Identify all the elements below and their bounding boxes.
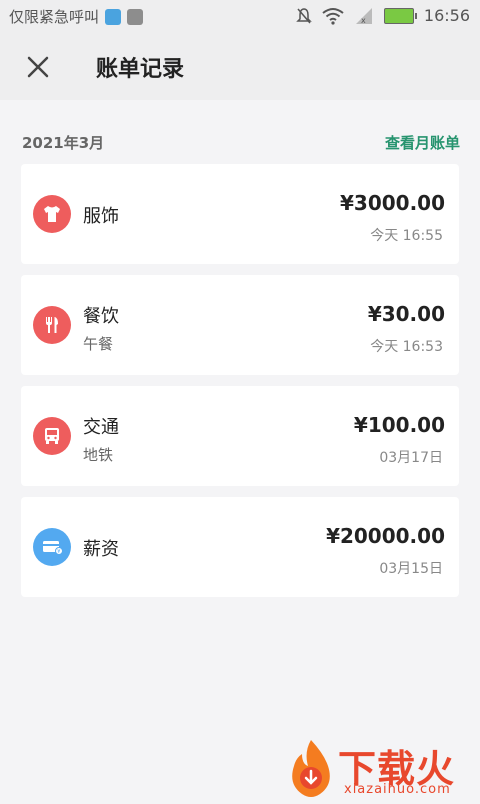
svg-text:x: x (361, 16, 366, 25)
record-card[interactable]: 服饰 ¥3000.00 今天 16:55 (21, 164, 459, 264)
category-icon-bg (33, 417, 71, 455)
image-icon (127, 8, 144, 25)
record-note: 地铁 (83, 446, 114, 464)
month-label: 2021年3月 (22, 134, 105, 152)
signal-icon: x (355, 7, 372, 25)
flame-logo-icon (284, 736, 338, 800)
record-card[interactable]: 交通 地铁 ¥100.00 03月17日 (21, 386, 459, 486)
record-amount: ¥20000.00 (326, 524, 445, 548)
bus-icon (45, 428, 59, 444)
month-row: 2021年3月 查看月账单 (22, 132, 460, 156)
carrier-text: 仅限紧急呼叫 (9, 8, 100, 26)
app-header: 账单记录 (0, 34, 480, 100)
watermark-text: 下载火 xiazaihuo.com (338, 736, 480, 800)
notification-icon (105, 8, 122, 25)
status-left: 仅限紧急呼叫 (9, 6, 144, 27)
record-category: 薪资 (83, 539, 119, 560)
record-note: 午餐 (83, 335, 114, 353)
record-card[interactable]: ¥ 薪资 ¥20000.00 03月15日 (21, 497, 459, 597)
fork-knife-icon (46, 317, 58, 333)
record-category: 餐饮 (83, 306, 119, 327)
wifi-icon (322, 7, 344, 25)
category-icon-bg (33, 306, 71, 344)
record-amount: ¥30.00 (367, 302, 445, 326)
record-time: 今天 16:53 (370, 339, 443, 355)
record-amount: ¥3000.00 (339, 191, 445, 215)
watermark: 下载火 xiazaihuo.com (284, 736, 480, 800)
clock-text: 16:56 (423, 6, 470, 25)
record-time: 03月17日 (379, 450, 443, 466)
page-title: 账单记录 (96, 57, 185, 82)
record-category: 交通 (83, 417, 119, 438)
close-icon[interactable] (24, 53, 52, 81)
category-icon-bg (33, 195, 71, 233)
status-right: x 16:56 (296, 6, 470, 25)
record-amount: ¥100.00 (353, 413, 445, 437)
record-time: 03月15日 (379, 561, 443, 577)
record-card[interactable]: 餐饮 午餐 ¥30.00 今天 16:53 (21, 275, 459, 375)
shirt-icon (44, 206, 60, 222)
record-category: 服饰 (83, 206, 119, 227)
watermark-subtitle: xiazaihuo.com (344, 782, 451, 797)
card-icon: ¥ (43, 541, 63, 555)
battery-icon (383, 7, 417, 24)
view-month-bill-link[interactable]: 查看月账单 (385, 132, 460, 153)
mute-icon (296, 7, 312, 23)
status-bar: 仅限紧急呼叫 x 16:56 (0, 0, 480, 34)
record-time: 今天 16:55 (370, 228, 443, 244)
category-icon-bg: ¥ (33, 528, 71, 566)
svg-text:¥: ¥ (57, 549, 60, 555)
